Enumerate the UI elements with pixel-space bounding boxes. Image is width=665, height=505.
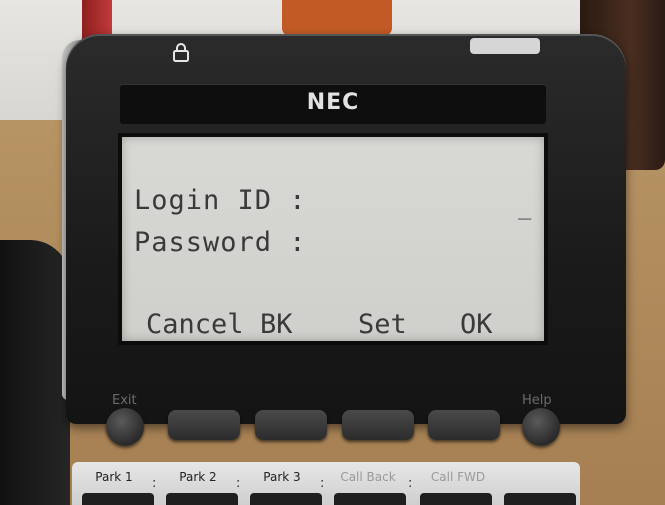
- handset-cradle: [0, 240, 70, 505]
- brand-bar: NEC: [120, 84, 546, 124]
- help-label: Help: [522, 393, 552, 408]
- background-orange-object: [282, 0, 392, 36]
- nec-logo: NEC: [306, 90, 360, 115]
- softkey-bk[interactable]: BK: [260, 309, 293, 340]
- exit-button[interactable]: [106, 408, 144, 446]
- password-prompt: Password :: [134, 227, 307, 258]
- line-key-label: Call FWD: [430, 470, 486, 484]
- separator: :: [152, 476, 157, 491]
- line-key-label: Park 2: [179, 470, 217, 484]
- soft-button-1[interactable]: [168, 410, 240, 440]
- line-key-button[interactable]: [420, 493, 492, 505]
- soft-button-2[interactable]: [255, 410, 327, 440]
- line-key-label: Park 1: [95, 470, 133, 484]
- softkey-ok[interactable]: OK: [460, 309, 493, 340]
- lock-icon: [173, 43, 189, 62]
- line-key-button[interactable]: [334, 493, 406, 505]
- separator: :: [320, 476, 325, 491]
- separator: :: [236, 476, 241, 491]
- line-key-label: Call Back: [340, 470, 396, 484]
- exit-label: Exit: [112, 393, 137, 408]
- login-id-prompt: Login ID :: [134, 185, 307, 216]
- soft-button-3[interactable]: [342, 410, 414, 440]
- line-key-button[interactable]: [166, 493, 238, 505]
- line-key-button[interactable]: [250, 493, 322, 505]
- line-key-strip: Park 1 : Park 2 : Park 3 : Call Back : C…: [72, 462, 580, 505]
- line-key-label: Park 3: [263, 470, 301, 484]
- softkey-cancel[interactable]: Cancel: [146, 309, 244, 340]
- line-key-button[interactable]: [504, 493, 576, 505]
- help-button[interactable]: [522, 408, 560, 446]
- separator: :: [408, 476, 413, 491]
- phone-top-highlight: [470, 38, 540, 54]
- soft-button-4[interactable]: [428, 410, 500, 440]
- lcd-display: Login ID : Password : _ Cancel BK Set OK: [118, 133, 548, 345]
- text-cursor: _: [518, 195, 532, 220]
- softkey-set[interactable]: Set: [358, 309, 407, 340]
- line-key-button[interactable]: [82, 493, 154, 505]
